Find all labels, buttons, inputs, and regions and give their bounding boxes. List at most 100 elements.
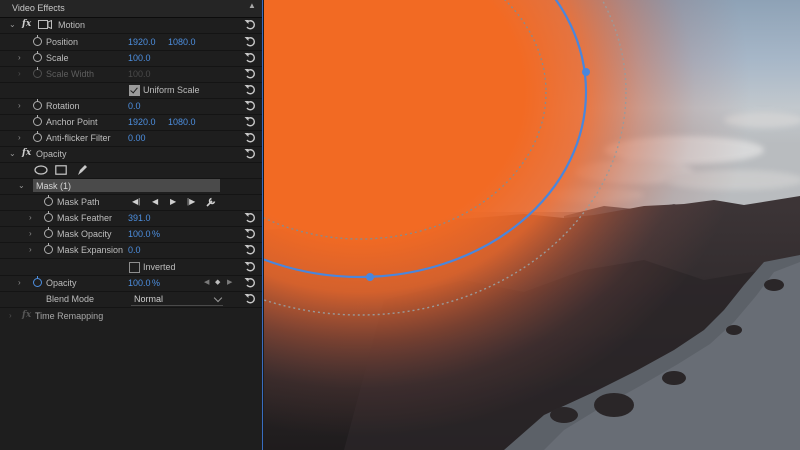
fx-badge-icon[interactable]: fx (22, 19, 31, 29)
blend-mode-row: Blend Mode Normal (0, 291, 262, 308)
chevron-right-icon[interactable]: › (9, 311, 12, 320)
reset-icon[interactable] (244, 228, 256, 239)
chevron-right-icon[interactable]: › (29, 229, 32, 238)
stopwatch-icon[interactable] (44, 226, 53, 238)
chevron-right-icon[interactable]: › (18, 53, 21, 62)
chevron-right-icon[interactable]: › (29, 213, 32, 222)
inverted-label: Inverted (143, 262, 176, 272)
inverted-row: Inverted (0, 259, 262, 276)
stopwatch-icon[interactable] (44, 242, 53, 254)
chevron-down-icon (213, 293, 223, 303)
panel-title: Video Effects (12, 3, 65, 13)
mask-tools-row (0, 162, 262, 179)
mask-selection-bar[interactable]: Mask (1) (33, 179, 220, 192)
reset-icon[interactable] (244, 52, 256, 63)
step-backward-icon[interactable]: ◀ (152, 197, 158, 206)
rectangle-mask-icon[interactable] (55, 165, 67, 177)
premiere-workspace: Video Effects ▲ ⌄ fx Motion Position 192… (0, 0, 800, 450)
rotation-value[interactable]: 0.0 (128, 101, 141, 111)
reset-icon[interactable] (244, 132, 256, 143)
mask-expansion-value[interactable]: 0.0 (128, 245, 141, 255)
scroll-up-icon[interactable]: ▲ (248, 1, 256, 10)
opacity-label: Opacity (46, 278, 77, 288)
stopwatch-icon[interactable] (33, 50, 42, 62)
chevron-right-icon[interactable]: › (29, 245, 32, 254)
scale-width-label: Scale Width (46, 69, 95, 79)
stopwatch-icon[interactable] (33, 34, 42, 46)
track-backward-icon[interactable]: ◀| (132, 197, 140, 206)
reset-icon[interactable] (244, 68, 256, 79)
time-remapping-row[interactable]: › fx Time Remapping (0, 308, 262, 324)
stopwatch-icon[interactable] (44, 194, 53, 206)
wrench-icon[interactable] (206, 196, 217, 209)
rotation-row: › Rotation 0.0 (0, 98, 262, 115)
effect-controls-panel: Video Effects ▲ ⌄ fx Motion Position 192… (0, 0, 263, 450)
step-forward-icon[interactable]: |▶ (187, 197, 195, 206)
position-x-value[interactable]: 1920.0 (128, 37, 156, 47)
mask-opacity-row: › Mask Opacity 100.0 % (0, 226, 262, 243)
inverted-checkbox[interactable] (129, 262, 140, 273)
reset-icon[interactable] (244, 212, 256, 223)
ellipse-mask-icon[interactable] (34, 165, 48, 177)
reset-icon[interactable] (244, 148, 256, 159)
program-monitor[interactable] (264, 0, 800, 450)
reset-icon[interactable] (244, 244, 256, 255)
fx-badge-icon[interactable]: fx (22, 148, 31, 158)
reset-icon[interactable] (244, 116, 256, 127)
next-keyframe-icon[interactable]: ▶ (227, 278, 232, 286)
reset-icon[interactable] (244, 84, 256, 95)
anchor-point-x-value[interactable]: 1920.0 (128, 117, 156, 127)
opacity-value[interactable]: 100.0 (128, 278, 151, 288)
mask-vertex-handle[interactable] (366, 273, 374, 281)
mask-opacity-value[interactable]: 100.0 (128, 229, 151, 239)
uniform-scale-checkbox[interactable] (129, 85, 140, 96)
anchor-point-y-value[interactable]: 1080.0 (168, 117, 196, 127)
chevron-down-icon[interactable]: ⌄ (9, 20, 16, 29)
anti-flicker-row: › Anti-flicker Filter 0.00 (0, 130, 262, 147)
mask-feather-value[interactable]: 391.0 (128, 213, 151, 223)
stopwatch-icon[interactable] (44, 210, 53, 222)
video-frame (264, 0, 800, 450)
motion-transform-icon[interactable] (38, 19, 52, 31)
anti-flicker-label: Anti-flicker Filter (46, 133, 111, 143)
panel-scrollbar[interactable] (262, 0, 263, 450)
add-keyframe-icon[interactable]: ◆ (215, 278, 220, 286)
previous-keyframe-icon[interactable]: ◀ (204, 278, 209, 286)
stopwatch-icon[interactable] (33, 130, 42, 142)
reset-icon[interactable] (244, 36, 256, 47)
mask-row[interactable]: ⌄ Mask (1) (0, 178, 262, 195)
scale-width-row: › Scale Width 100.0 (0, 66, 262, 83)
rotation-label: Rotation (46, 101, 80, 111)
scale-value[interactable]: 100.0 (128, 53, 151, 63)
chevron-down-icon[interactable]: ⌄ (9, 149, 16, 158)
uniform-scale-label: Uniform Scale (143, 85, 200, 95)
blend-mode-label: Blend Mode (46, 294, 95, 304)
anti-flicker-value[interactable]: 0.00 (128, 133, 146, 143)
chevron-down-icon[interactable]: ⌄ (18, 181, 25, 190)
mask-vertex-handle[interactable] (582, 68, 590, 76)
mask-opacity-unit: % (152, 229, 161, 239)
stopwatch-icon[interactable] (33, 275, 42, 287)
stopwatch-icon (33, 66, 42, 78)
play-icon[interactable]: ▶ (170, 197, 176, 206)
chevron-right-icon[interactable]: › (18, 133, 21, 142)
mask-feather-label: Mask Feather (57, 213, 113, 223)
chevron-right-icon[interactable]: › (18, 278, 21, 287)
reset-icon[interactable] (244, 19, 256, 30)
position-label: Position (46, 37, 79, 47)
position-y-value[interactable]: 1080.0 (168, 37, 196, 47)
stopwatch-icon[interactable] (33, 98, 42, 110)
reset-icon[interactable] (244, 261, 256, 272)
opacity-unit: % (152, 278, 161, 288)
reset-icon[interactable] (244, 100, 256, 111)
reset-icon[interactable] (244, 277, 256, 288)
motion-effect-row[interactable]: ⌄ fx Motion (0, 17, 262, 34)
reset-icon[interactable] (244, 293, 256, 304)
pen-tool-icon[interactable] (76, 164, 88, 178)
blend-mode-dropdown[interactable]: Normal (131, 292, 223, 306)
opacity-effect-row[interactable]: ⌄ fx Opacity (0, 146, 262, 163)
scale-width-value: 100.0 (128, 69, 151, 79)
chevron-right-icon[interactable]: › (18, 101, 21, 110)
stopwatch-icon[interactable] (33, 114, 42, 126)
opacity-value-row: › Opacity 100.0 % ◀ ◆ ▶ (0, 275, 262, 292)
